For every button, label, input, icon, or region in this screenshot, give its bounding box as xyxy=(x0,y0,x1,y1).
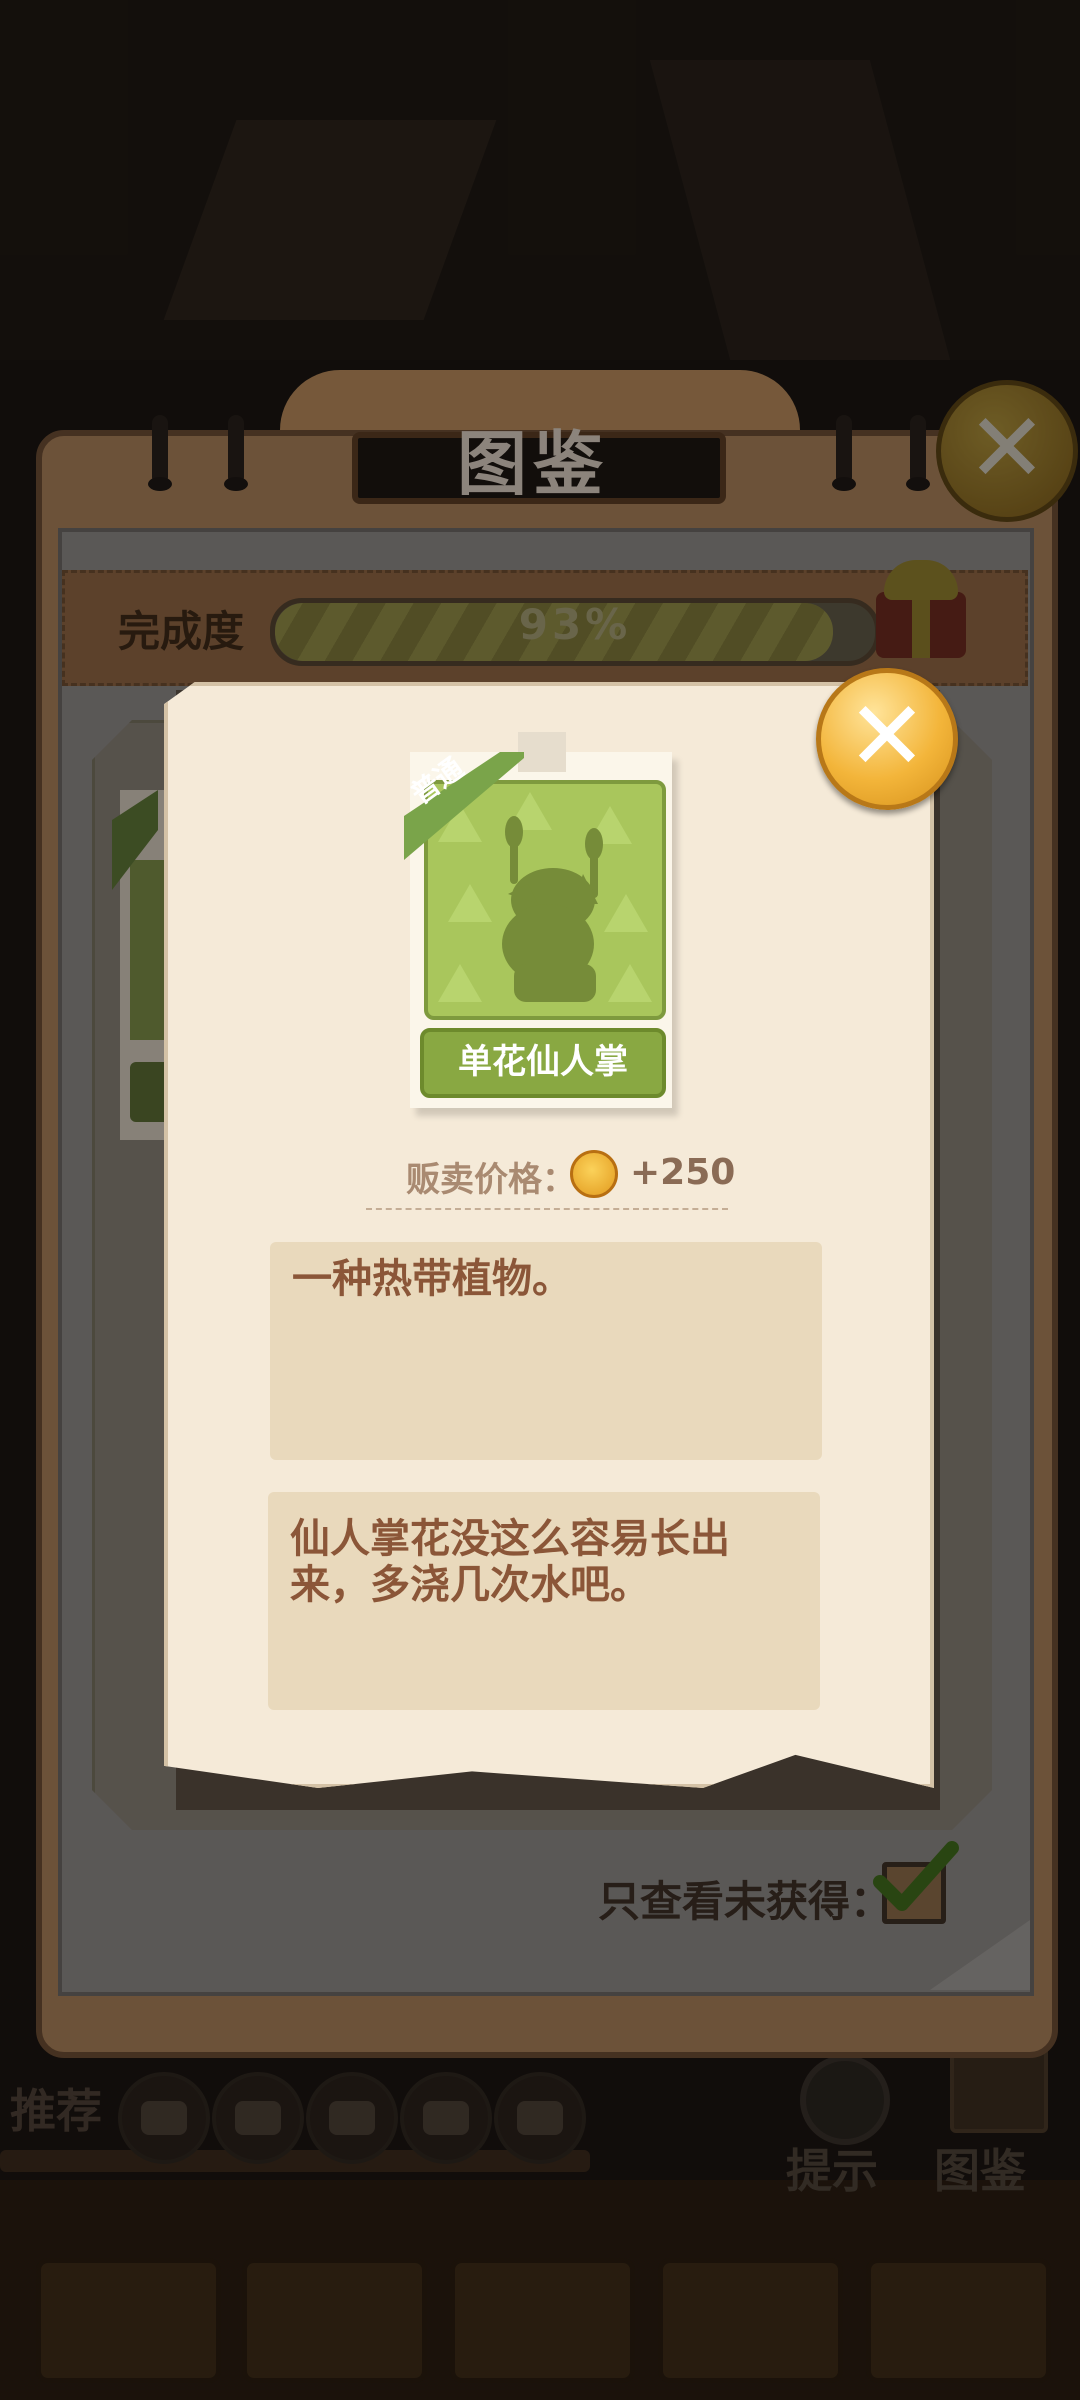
close-icon: ✕ xyxy=(846,680,928,792)
pattern-triangle xyxy=(438,964,482,1002)
growth-hint-text: 仙人掌花没这么容易长出来，多浇几次水吧。 xyxy=(290,1516,730,1608)
description-box: 一种热带植物。 xyxy=(270,1242,822,1460)
coin-icon xyxy=(570,1150,618,1198)
popup-close-button[interactable]: ✕ xyxy=(816,668,958,810)
plant-name-label: 单花仙人掌 xyxy=(420,1028,666,1098)
card-clip xyxy=(518,732,566,772)
sell-price-label: 贩卖价格： xyxy=(406,1160,576,1200)
description-text: 一种热带植物。 xyxy=(292,1256,572,1302)
divider xyxy=(366,1208,728,1210)
growth-hint-box: 仙人掌花没这么容易长出来，多浇几次水吧。 xyxy=(268,1492,820,1710)
sell-price-value: +250 xyxy=(630,1152,736,1193)
pattern-triangle xyxy=(448,884,492,922)
